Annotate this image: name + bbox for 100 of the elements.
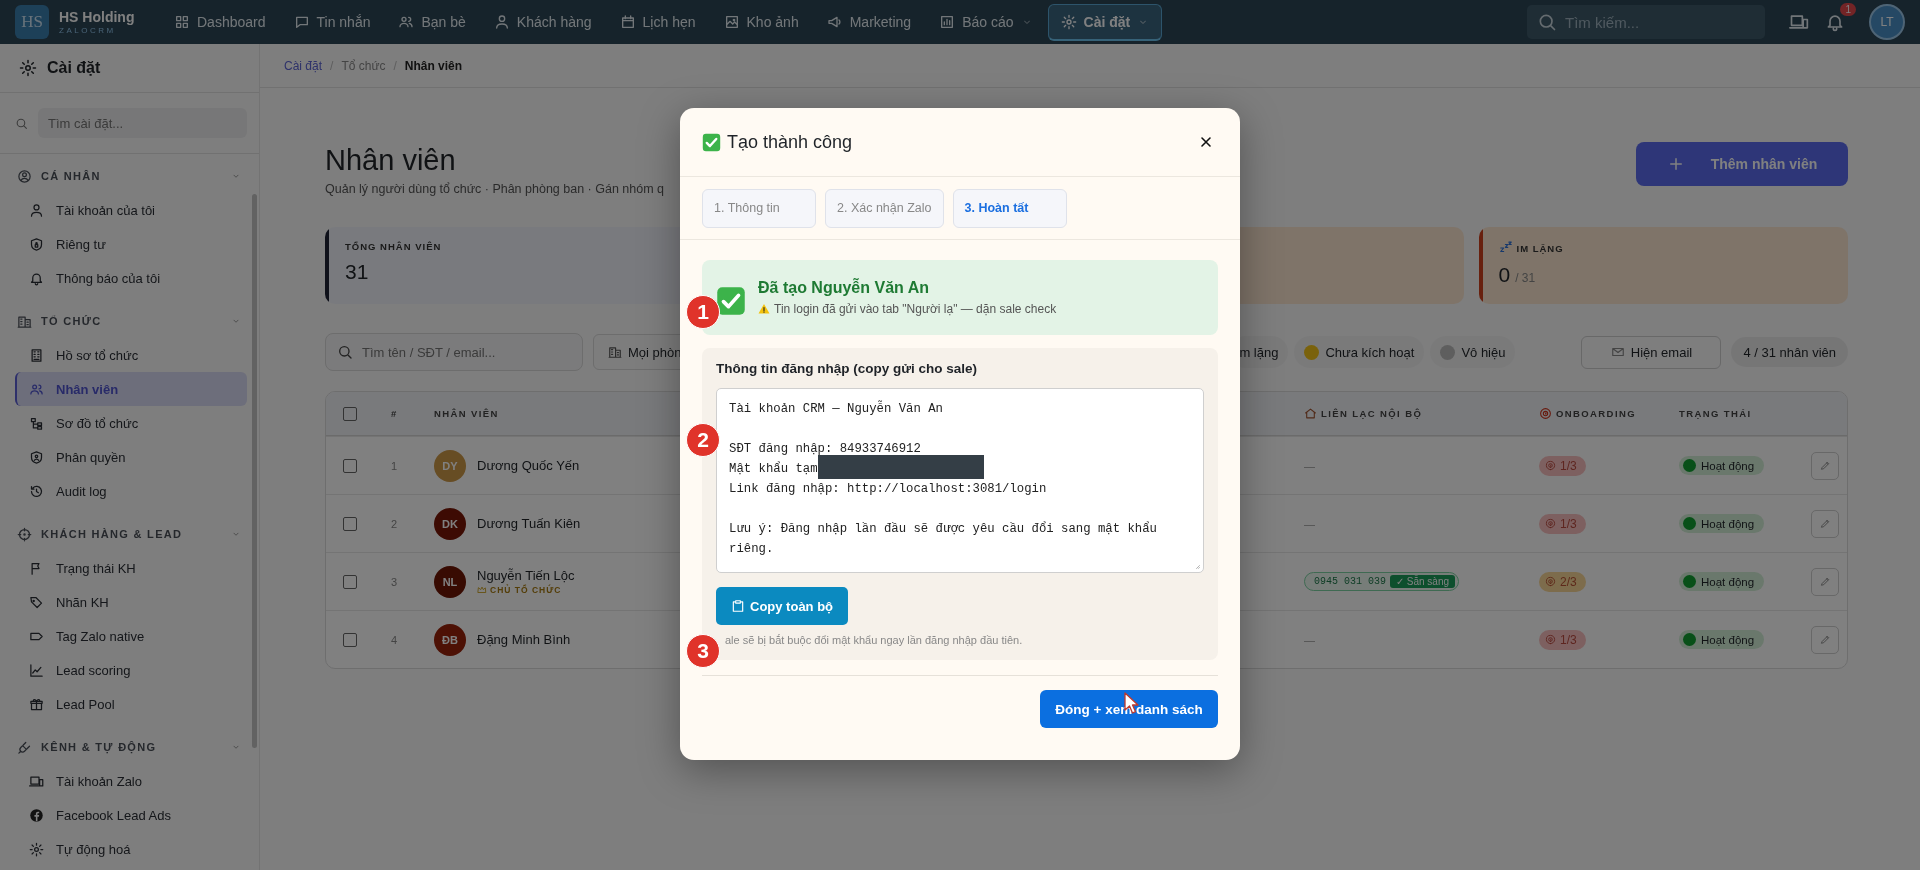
user-avatar[interactable]: LT [1869, 4, 1905, 40]
page-title: Nhân viên [325, 143, 457, 178]
sidebar-item[interactable]: Hồ sơ tổ chức [15, 338, 247, 372]
stat-value: 0 [1498, 263, 1511, 287]
people-icon [29, 381, 44, 397]
nav-tab[interactable]: Marketing [813, 4, 925, 40]
scrollbar[interactable] [252, 194, 257, 748]
column-header: TRẠNG THÁI [1679, 408, 1752, 419]
stat-total: / 31 [1515, 271, 1536, 285]
employee-name: Dương Tuấn Kiên [477, 516, 581, 531]
sidebar-item[interactable]: Tài khoản của tôi [15, 193, 247, 227]
shield-person-icon [29, 449, 44, 465]
grid-icon [174, 14, 190, 30]
checkbox[interactable] [343, 458, 357, 473]
onboarding-badge: 1/3 [1539, 629, 1586, 650]
section-heading[interactable]: TỔ CHỨC [41, 315, 102, 327]
search-field[interactable]: Tìm cài đặt... [38, 108, 247, 138]
breadcrumb-item: Tổ chức [341, 58, 386, 73]
checkbox[interactable] [343, 406, 357, 421]
person-icon [493, 14, 510, 30]
edit-button[interactable] [1811, 625, 1839, 654]
sidebar-item[interactable]: Nhãn KH [15, 585, 247, 619]
sidebar-item[interactable]: Tự động hoá [15, 832, 247, 866]
bell-icon[interactable] [1825, 12, 1845, 32]
sidebar-item[interactable]: Thông báo của tôi [15, 261, 247, 295]
sidebar-item[interactable]: Nhân viên [15, 372, 247, 406]
row-number: 1 [391, 459, 398, 472]
step-tab[interactable]: 2. Xác nhận Zalo [825, 188, 944, 228]
nav-tab[interactable]: Lịch hẹn [606, 4, 709, 40]
tags-icon [29, 594, 44, 610]
employee-name: Nguyễn Tiến Lộc [477, 568, 575, 583]
page-subtitle: Quản lý người dùng tổ chức · Phân phòng ban · Gán nhóm q [325, 182, 665, 196]
sidebar-item[interactable]: Riêng tư [15, 227, 247, 261]
ready-badge: ✓ Sẵn sàng [1390, 575, 1456, 588]
target-icon [1539, 407, 1552, 420]
step-tab[interactable]: 1. Thông tin [702, 188, 816, 228]
avatar: ĐB [434, 623, 466, 656]
image-icon [723, 14, 740, 30]
edit-button[interactable] [1811, 451, 1839, 480]
building-icon [17, 313, 32, 329]
sidebar-item[interactable]: Tag Zalo native [15, 619, 247, 653]
pencil-icon [1819, 460, 1831, 471]
section-heading[interactable]: CÁ NHÂN [41, 170, 101, 182]
search-icon [337, 344, 353, 360]
sidebar-item[interactable]: Sơ đồ tổ chức [15, 406, 247, 440]
target-icon [1545, 576, 1556, 587]
nav-tab[interactable]: Tin nhắn [280, 4, 384, 40]
stat-value: 31 [345, 260, 369, 284]
show-email-button[interactable]: Hiện email [1581, 335, 1722, 369]
pencil-icon [1819, 518, 1831, 529]
checkbox[interactable] [343, 516, 357, 531]
sidebar-item[interactable]: Lead scoring [15, 653, 247, 687]
nav-tab[interactable]: Báo cáo [926, 4, 1046, 40]
copy-button[interactable]: Copy toàn bộ [716, 587, 849, 625]
breadcrumb-item[interactable]: Cài đặt [284, 58, 323, 73]
employee-name: Đặng Minh Bình [477, 632, 571, 647]
sidebar-item[interactable]: Audit log [15, 474, 247, 508]
logo[interactable]: HS [15, 5, 49, 39]
nav-tab[interactable]: Dashboard [161, 4, 279, 40]
text-line: SĐT đăng nhập: 84933746912 [729, 442, 921, 456]
crosshair-icon [17, 526, 32, 542]
sidebar-item[interactable]: Trạng thái KH [15, 551, 247, 585]
credentials-field[interactable]: Tài khoản CRM — Nguyễn Văn An SĐT đăng nhập: 84933746912 Mật khẩu tạm Link đăng nhập: http://localhost:3081/login Lưu ý: Đăng nhập lần đầu sẽ được yêu cầu đổi sang mật khẩu riêng. [716, 388, 1204, 573]
filter-chip[interactable]: Chưa kích hoạt [1294, 336, 1425, 368]
add-employee-button[interactable]: Thêm nhân viên [1636, 142, 1848, 186]
sidebar-item[interactable]: Tài khoản Zalo [15, 764, 247, 798]
section-heading[interactable]: KHÁCH HÀNG & LEAD [41, 528, 183, 540]
section-heading[interactable]: KÊNH & TỰ ĐỘNG [41, 741, 157, 753]
sidebar-item[interactable]: Lead Pool [15, 687, 247, 721]
step-tab[interactable]: 3. Hoàn tất [952, 188, 1067, 228]
search-field[interactable]: Tìm tên / SĐT / email... [325, 333, 583, 371]
sidebar-item[interactable]: Phân quyền [15, 440, 247, 474]
edit-button[interactable] [1811, 567, 1839, 596]
checkbox[interactable] [343, 632, 357, 647]
nav-tab[interactable]: Cài đặt [1047, 3, 1163, 41]
employee-name: Dương Quốc Yến [477, 458, 580, 473]
checkbox[interactable] [343, 574, 357, 589]
crown-icon [477, 585, 487, 595]
edit-button[interactable] [1811, 509, 1839, 538]
target-icon [1545, 460, 1556, 471]
brand-name: HS Holding [59, 9, 135, 24]
calendar-icon [619, 14, 636, 30]
status-badge: Hoạt động [1679, 572, 1765, 591]
avatar: DK [434, 507, 466, 540]
nav-tab[interactable]: Kho ảnh [710, 4, 812, 40]
column-header: # [391, 408, 398, 419]
status-badge: Hoạt động [1679, 514, 1765, 533]
nav-tab[interactable]: Bạn bè [385, 4, 479, 40]
text-line: Mật khẩu tạm [729, 462, 818, 477]
sidebar-item[interactable]: Facebook Lead Ads [15, 798, 247, 832]
building-icon [608, 345, 622, 359]
filter-chip[interactable]: Vô hiệu [1430, 336, 1516, 368]
office-building-icon [29, 347, 44, 363]
target-icon [1545, 634, 1556, 645]
plug-icon [17, 739, 32, 755]
status-badge: Hoạt động [1679, 630, 1765, 649]
row-number: 3 [391, 575, 398, 588]
onboarding-badge: 1/3 [1539, 455, 1586, 476]
devices-icon[interactable] [1789, 12, 1809, 32]
nav-tab[interactable]: Khách hàng [480, 4, 605, 40]
